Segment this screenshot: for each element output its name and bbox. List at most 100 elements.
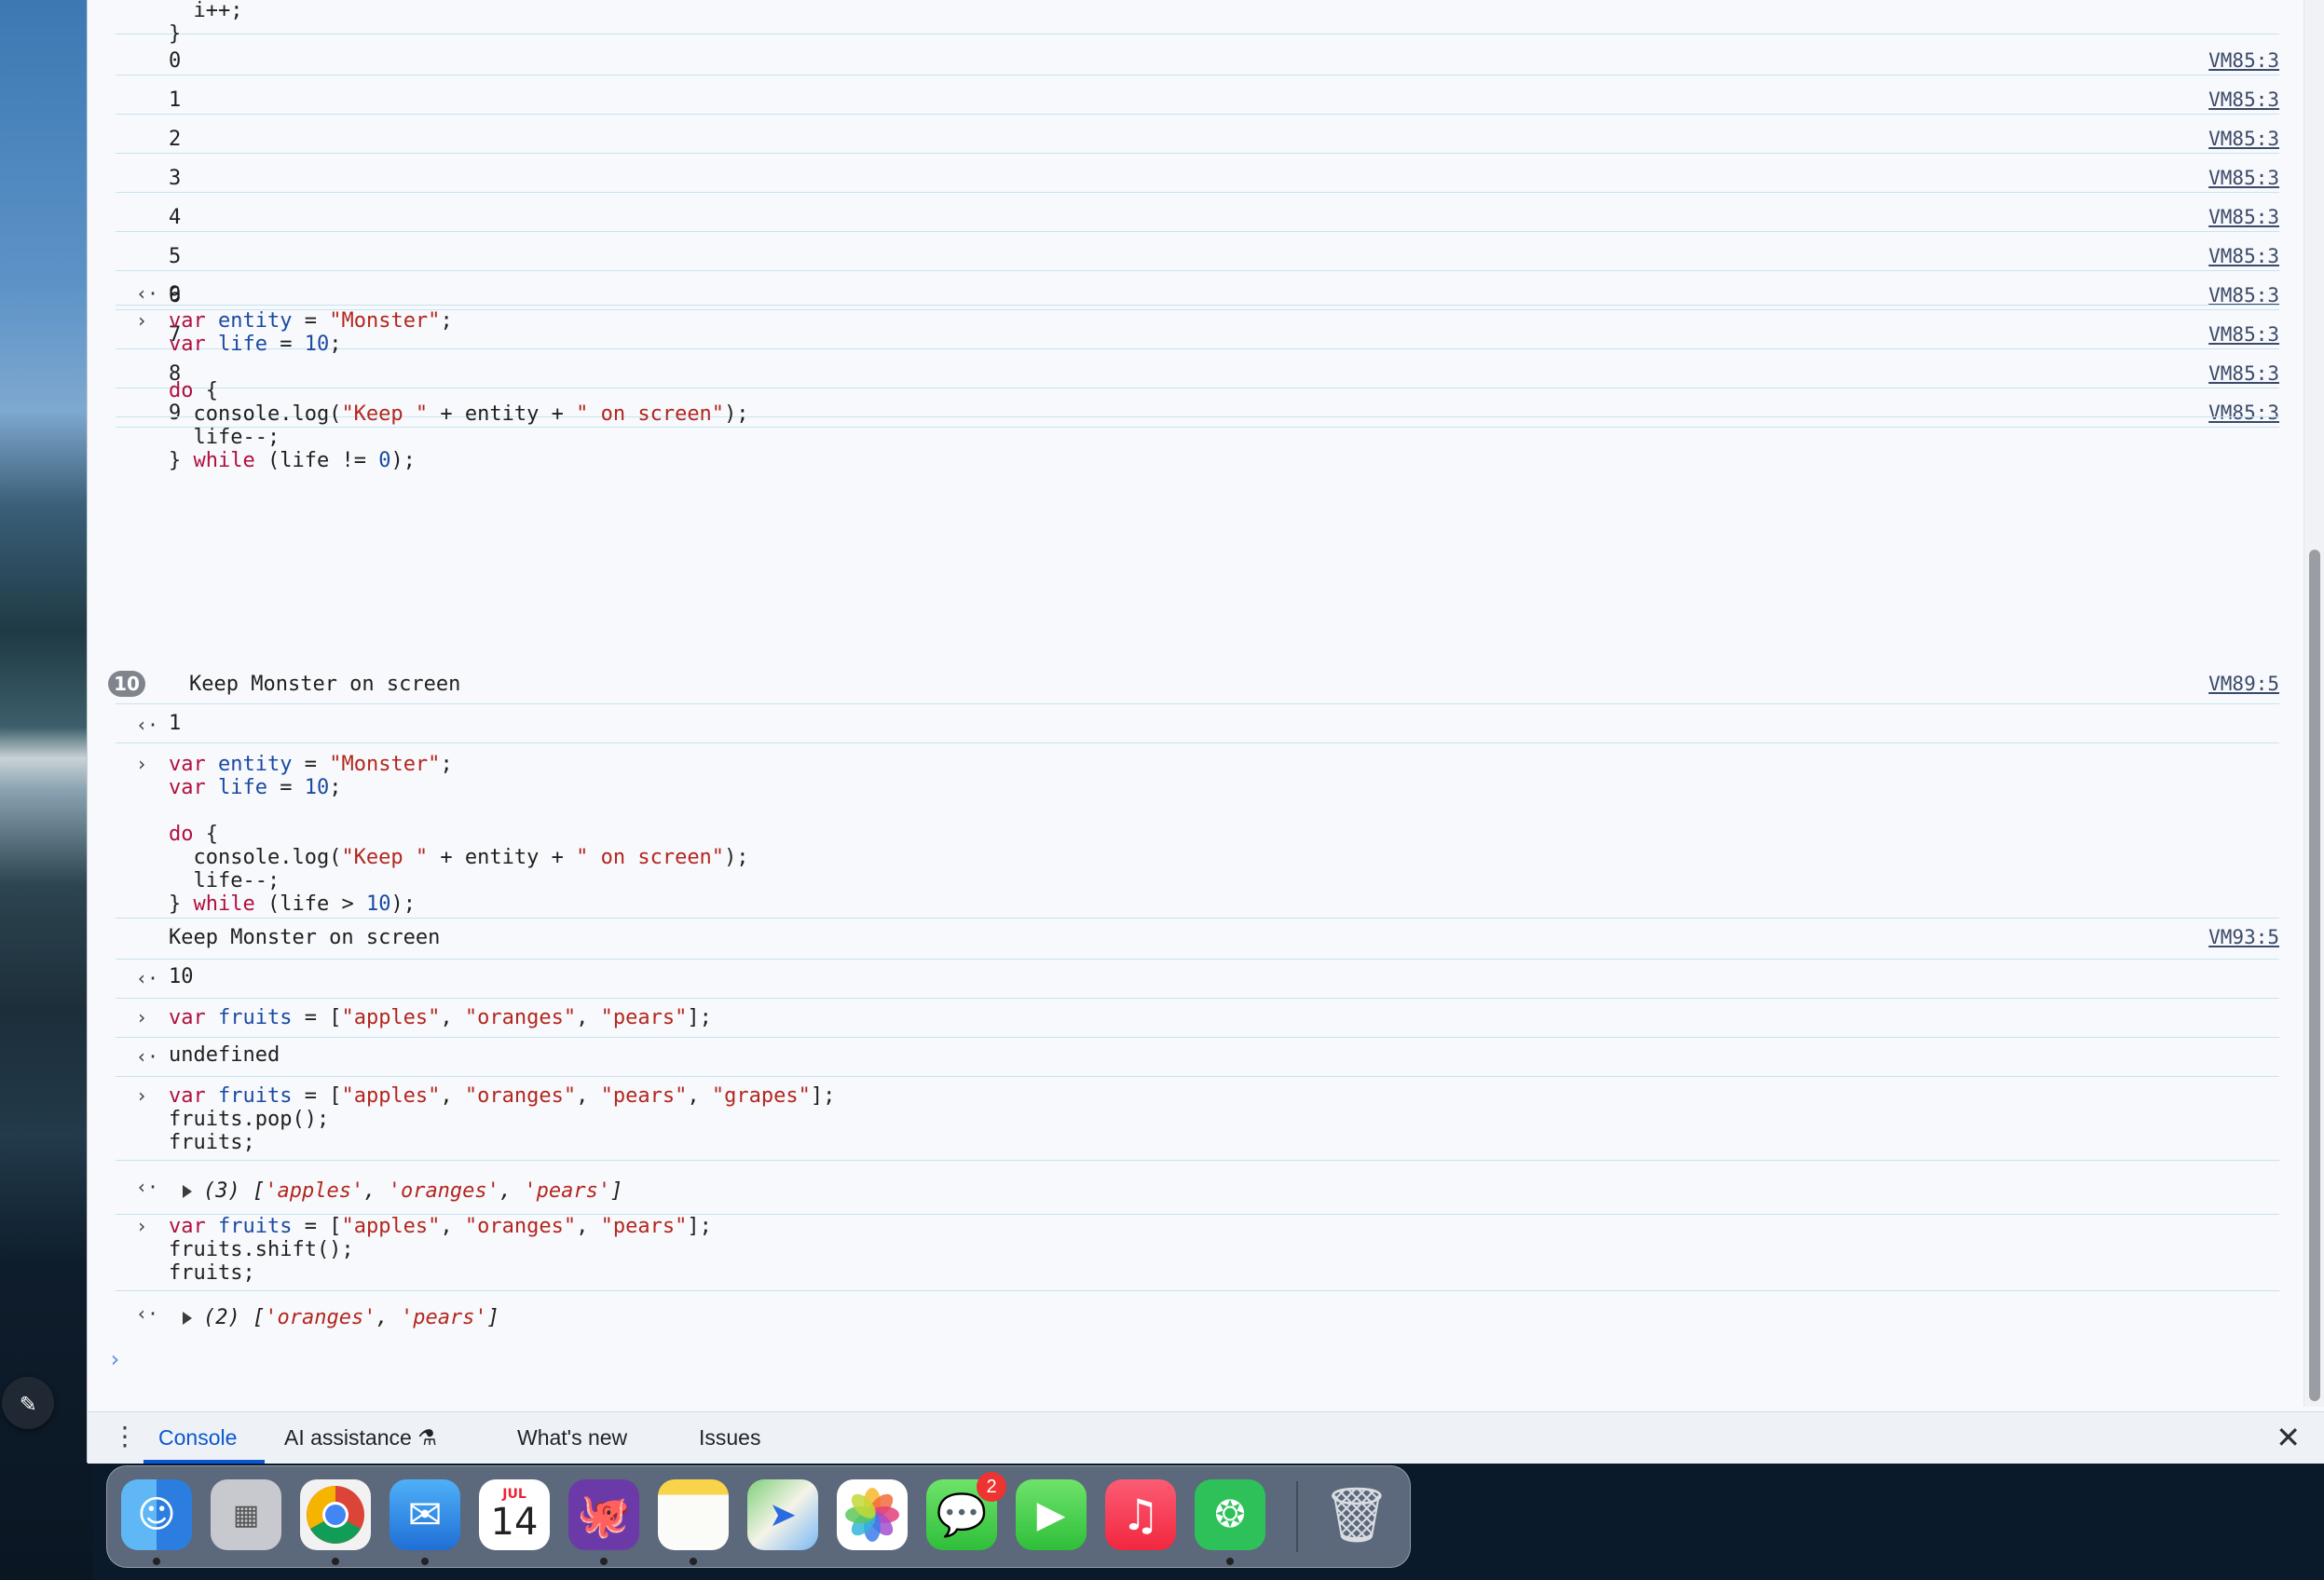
- tab-issues[interactable]: Issues: [699, 1425, 760, 1451]
- trash-icon[interactable]: 🗑: [1321, 1479, 1392, 1550]
- input-chevron-icon: ›: [136, 309, 148, 332]
- drawer-tabbar: ⋮ Console AI assistance ⚗ What's new Iss…: [88, 1411, 2324, 1464]
- tab-console[interactable]: Console: [158, 1425, 237, 1451]
- running-indicator: [421, 1558, 429, 1565]
- chrome-logo-icon: [307, 1486, 364, 1544]
- code-token: life: [217, 776, 267, 799]
- running-indicator: [153, 1558, 160, 1565]
- console-result: ‹· 10: [116, 963, 2279, 999]
- finder-icon[interactable]: ☺: [121, 1479, 192, 1550]
- console-input[interactable]: › var fruits = ["apples", "oranges", "pe…: [116, 1083, 2279, 1161]
- repeat-count-badge: 10: [108, 671, 145, 697]
- edit-pencil-button[interactable]: ✎: [2, 1377, 54, 1429]
- console-input[interactable]: › var entity = "Monster"; var life = 10;…: [116, 751, 2279, 919]
- photos-icon[interactable]: [837, 1479, 908, 1550]
- expand-triangle-icon[interactable]: [183, 1185, 192, 1198]
- code-token: 10: [304, 333, 330, 356]
- source-link[interactable]: VM85:3: [2208, 49, 2279, 73]
- code-token: " on screen": [576, 846, 725, 869]
- array-preview[interactable]: (3) ['apples', 'oranges', 'pears']: [183, 1179, 622, 1203]
- console-input[interactable]: › var entity = "Monster"; var life = 10;…: [116, 307, 2279, 472]
- code-token: (life !=: [254, 449, 379, 472]
- chrome-icon[interactable]: [300, 1479, 371, 1550]
- scrollbar-thumb[interactable]: [2309, 550, 2320, 1401]
- result-value: 10: [169, 965, 194, 988]
- code-token: 10: [365, 892, 391, 916]
- calendar-month: JUL: [502, 1487, 526, 1502]
- result-arrow-icon: ‹·: [136, 1045, 159, 1068]
- code-line: i++;: [169, 0, 243, 22]
- tab-label: AI assistance: [284, 1425, 412, 1450]
- notes-icon[interactable]: [658, 1479, 729, 1550]
- console-output[interactable]: i++; } 0 VM85:3 1 VM85:3 2 VM85:3 3 VM85:3 4 VM85…: [88, 0, 2305, 1407]
- code-token: var: [169, 309, 218, 333]
- log-value: 0: [169, 49, 182, 73]
- flask-icon: ⚗: [417, 1425, 437, 1450]
- log-value: 3: [169, 167, 182, 190]
- array-token: ,: [376, 1306, 401, 1329]
- code-token: );: [724, 402, 749, 426]
- code-token: console.log(: [169, 846, 342, 869]
- code-token: "oranges": [464, 1215, 577, 1238]
- result-arrow-icon: ‹·: [136, 282, 159, 305]
- code-token: "apples": [341, 1084, 441, 1108]
- tab-ai-assistance[interactable]: AI assistance ⚗: [284, 1425, 437, 1451]
- source-link[interactable]: VM85:3: [2208, 245, 2279, 268]
- desktop-wallpaper: [0, 0, 93, 1580]
- github-icon[interactable]: 🐙: [568, 1479, 639, 1550]
- wechat-icon[interactable]: ❂: [1195, 1479, 1265, 1550]
- photos-flower-icon: [845, 1488, 899, 1542]
- console-prompt[interactable]: ›: [108, 1346, 121, 1372]
- code-token: = [: [292, 1006, 342, 1029]
- log-value: 4: [169, 206, 182, 229]
- close-drawer-icon[interactable]: ✕: [2276, 1420, 2301, 1455]
- code-token: var: [169, 1084, 218, 1108]
- source-link[interactable]: VM85:3: [2208, 167, 2279, 190]
- console-scrollbar[interactable]: [2303, 0, 2324, 1407]
- code-token: fruits: [217, 1006, 293, 1029]
- calendar-icon[interactable]: JUL 14: [479, 1479, 550, 1550]
- code-token: {: [193, 823, 218, 846]
- result-arrow-icon: ‹·: [136, 1176, 159, 1198]
- code-token: var: [169, 333, 218, 356]
- calendar-day: 14: [490, 1501, 539, 1544]
- input-chevron-icon: ›: [136, 753, 148, 775]
- console-input[interactable]: › var fruits = ["apples", "oranges", "pe…: [116, 1213, 2279, 1291]
- input-chevron-icon: ›: [136, 1215, 148, 1237]
- tab-whats-new[interactable]: What's new: [517, 1425, 627, 1451]
- messages-icon[interactable]: 💬 2: [926, 1472, 1006, 1550]
- source-link[interactable]: VM93:5: [2208, 926, 2279, 949]
- maps-icon[interactable]: ➤: [747, 1479, 818, 1550]
- running-indicator: [1226, 1558, 1234, 1565]
- code-token: "pears": [600, 1084, 688, 1108]
- result-value: 1: [169, 712, 182, 735]
- code-token: while: [193, 449, 255, 472]
- code-token: ;: [329, 776, 342, 799]
- code-token: ];: [687, 1215, 712, 1238]
- code-token: var: [169, 776, 218, 799]
- code-token: fruits: [217, 1215, 293, 1238]
- running-indicator: [332, 1558, 339, 1565]
- facetime-icon[interactable]: ▶: [1016, 1479, 1087, 1550]
- source-link[interactable]: VM85:3: [2208, 128, 2279, 151]
- source-link[interactable]: VM85:3: [2208, 89, 2279, 112]
- code-token: "oranges": [464, 1084, 577, 1108]
- source-link[interactable]: VM85:3: [2208, 206, 2279, 229]
- code-token: while: [193, 892, 255, 916]
- code-token: ,: [440, 1215, 465, 1238]
- launchpad-icon[interactable]: ▦: [211, 1479, 281, 1550]
- code-token: life--;: [169, 426, 280, 449]
- source-link[interactable]: VM89:5: [2208, 673, 2279, 696]
- expand-triangle-icon[interactable]: [183, 1312, 192, 1325]
- code-token: "pears": [600, 1006, 688, 1029]
- code-block: var entity = "Monster"; var life = 10; d…: [169, 753, 749, 916]
- console-input[interactable]: › var fruits = ["apples", "oranges", "pe…: [116, 1004, 2279, 1038]
- music-icon[interactable]: ♫: [1105, 1479, 1176, 1550]
- more-menu-icon[interactable]: ⋮: [112, 1423, 138, 1450]
- code-token: "Monster": [329, 309, 441, 333]
- mail-icon[interactable]: ✉: [390, 1479, 460, 1550]
- array-preview[interactable]: (2) ['oranges', 'pears']: [183, 1306, 499, 1329]
- code-token: console.log(: [169, 402, 342, 426]
- code-token: var: [169, 1006, 218, 1029]
- code-token: =: [267, 333, 305, 356]
